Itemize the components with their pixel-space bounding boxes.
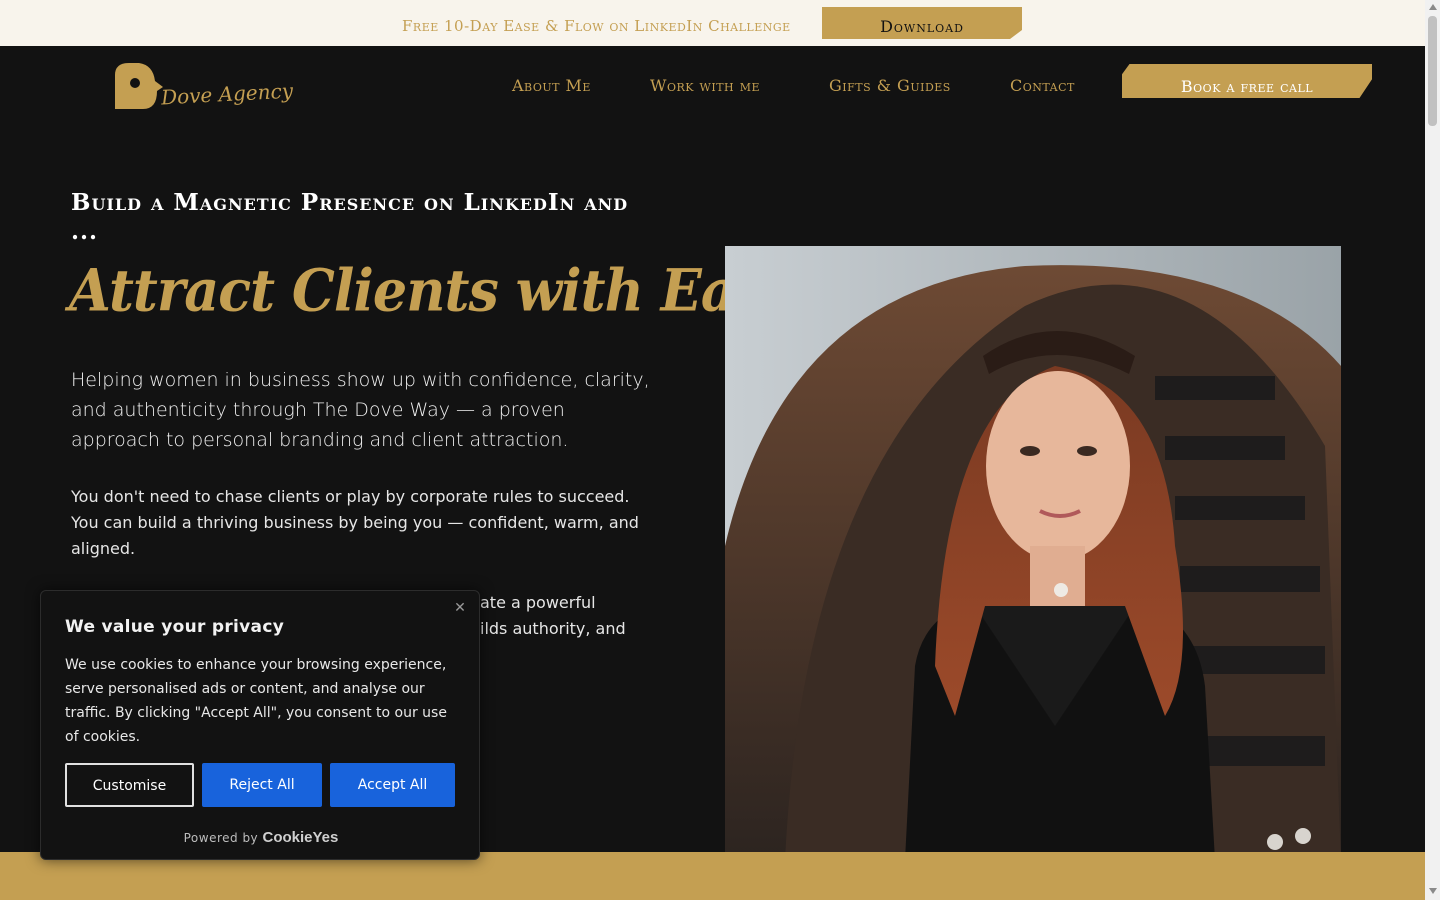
scroll-down-arrow-icon[interactable] xyxy=(1429,888,1437,894)
hero-paragraph-2-line-1: ate a powerful xyxy=(480,593,596,612)
hero-eyebrow: Build a Magnetic Presence on LinkedIn an… xyxy=(71,189,629,245)
portrait-image xyxy=(725,246,1341,860)
accept-all-button[interactable]: Accept All xyxy=(330,763,455,807)
nav-contact[interactable]: Contact xyxy=(1010,76,1075,95)
scroll-up-arrow-icon[interactable] xyxy=(1429,4,1437,10)
hero-paragraph-2-line-2: ilds authority, and xyxy=(480,619,626,638)
cookie-consent-banner: ✕ We value your privacy We use cookies t… xyxy=(40,590,480,860)
powered-by: Powered by CookieYes xyxy=(41,829,481,846)
page-scrollbar[interactable] xyxy=(1425,0,1440,900)
powered-by-label: Powered by xyxy=(183,831,259,845)
nav-gifts-guides[interactable]: Gifts & Guides xyxy=(829,76,951,95)
cookieyes-logo[interactable]: CookieYes xyxy=(263,829,339,846)
nav-about-me[interactable]: About Me xyxy=(512,76,591,95)
customise-button[interactable]: Customise xyxy=(65,763,194,807)
hero-portrait-photo xyxy=(725,246,1341,860)
scrollbar-thumb[interactable] xyxy=(1428,16,1437,126)
announcement-bar: Free 10-Day Ease & Flow on LinkedIn Chal… xyxy=(0,0,1425,46)
book-free-call-button[interactable]: Book a free call xyxy=(1122,64,1372,98)
announcement-text: Free 10-Day Ease & Flow on LinkedIn Chal… xyxy=(402,17,791,35)
hero-title: Attract Clients with Ease xyxy=(69,255,799,325)
cookie-title: We value your privacy xyxy=(65,617,285,637)
close-icon[interactable]: ✕ xyxy=(451,599,469,617)
download-button[interactable]: Download xyxy=(822,7,1022,39)
cookie-description: We use cookies to enhance your browsing … xyxy=(65,657,447,745)
nav-work-with-me[interactable]: Work with me xyxy=(650,76,760,95)
hero-paragraph-1: You don't need to chase clients or play … xyxy=(71,487,639,558)
reject-all-button[interactable]: Reject All xyxy=(202,763,322,807)
hero-lead: Helping women in business show up with c… xyxy=(71,369,650,451)
